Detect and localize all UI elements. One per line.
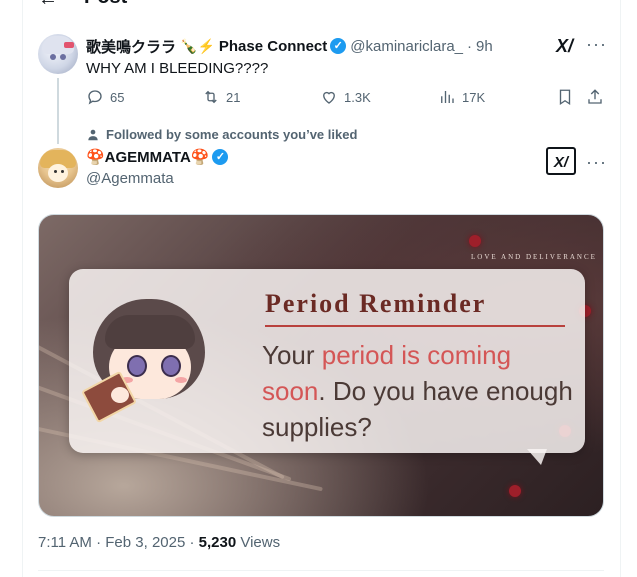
- repost-count: 21: [226, 89, 241, 105]
- image-corner-text: LOVE AND DELIVERANCE: [471, 253, 597, 261]
- message-part: supplies?: [262, 412, 372, 442]
- chibi-blush: [175, 377, 187, 383]
- social-context-text: Followed by some accounts you’ve liked: [106, 127, 358, 142]
- reply-author-name[interactable]: 歌美鳴クララ: [86, 36, 176, 57]
- repost-button[interactable]: 21: [202, 88, 240, 106]
- author-emojis: 🍾⚡: [180, 37, 215, 54]
- grok-icon[interactable]: X/: [556, 36, 573, 57]
- message-highlight: period is coming: [321, 340, 512, 370]
- views-button[interactable]: 17K: [438, 88, 485, 106]
- affiliation-label[interactable]: Phase Connect: [219, 38, 327, 55]
- main-author-handle[interactable]: @Agemmata: [86, 170, 174, 187]
- main-author-name[interactable]: 🍄AGEMMATA🍄: [86, 148, 209, 166]
- divider: [38, 570, 604, 571]
- chibi-hand: [111, 387, 129, 403]
- bookmark-button[interactable]: [556, 88, 574, 106]
- post-time-date[interactable]: 7:11 AM · Feb 3, 2025 ·: [38, 534, 199, 551]
- header-bar: ← Post: [22, 0, 620, 10]
- verified-badge-icon: ✓: [330, 38, 347, 54]
- share-button[interactable]: [586, 88, 604, 106]
- person-icon: [88, 129, 98, 140]
- avatar-eye: [54, 170, 57, 173]
- avatar-eye: [60, 54, 66, 60]
- views-icon: [441, 91, 454, 103]
- reply-author-handle[interactable]: @kaminariclara_: [350, 38, 463, 55]
- column-border-right: [620, 0, 621, 577]
- page-title: Post: [84, 0, 127, 9]
- reply-author-row: 歌美鳴クララ 🍾⚡ Phase Connect ✓ @kaminariclara…: [86, 36, 493, 56]
- social-context: Followed by some accounts you’ve liked: [86, 127, 357, 142]
- post-views-count: 5,230: [198, 534, 237, 551]
- avatar-eye: [50, 54, 56, 60]
- message-part: . Do you have enough: [318, 376, 573, 406]
- post-image[interactable]: LOVE AND DELIVERANCE Period Reminder You…: [38, 214, 604, 517]
- message-part: Your: [262, 340, 322, 370]
- like-count: 1.3K: [344, 89, 371, 105]
- avatar-ribbon: [64, 42, 74, 48]
- main-author-name-row: 🍄AGEMMATA🍄 ✓: [86, 148, 229, 166]
- views-count: 17K: [462, 89, 486, 105]
- chibi-character-illustration: [81, 293, 213, 424]
- post-views-label: Views: [236, 534, 281, 551]
- reply-time[interactable]: 9h: [476, 38, 493, 55]
- bubble-tail: [527, 449, 547, 465]
- back-arrow-icon[interactable]: ←: [38, 0, 58, 10]
- reply-button[interactable]: 65: [86, 88, 124, 106]
- chibi-bangs: [105, 315, 195, 349]
- bookmark-icon: [559, 89, 571, 106]
- dot-separator: ·: [467, 37, 473, 55]
- chibi-eye: [161, 355, 181, 377]
- chibi-eye: [127, 355, 147, 377]
- grok-icon[interactable]: X/: [546, 147, 576, 175]
- message-highlight: soon: [262, 376, 319, 406]
- reminder-title-underline: [265, 325, 565, 327]
- image-flower: [509, 485, 521, 497]
- reply-count: 65: [110, 89, 125, 105]
- reminder-message: Your period is coming soon. Do you have …: [262, 337, 582, 445]
- like-icon: [323, 91, 335, 104]
- verified-badge-icon: ✓: [212, 149, 229, 165]
- main-author-avatar[interactable]: [38, 148, 78, 188]
- more-options-icon[interactable]: ···: [586, 34, 607, 55]
- reminder-title: Period Reminder: [265, 289, 487, 318]
- reply-action-bar: 65 21 1.3K 17K: [86, 88, 606, 110]
- avatar-face: [48, 164, 68, 182]
- avatar-eye: [61, 170, 64, 173]
- thread-connector-line: [57, 78, 59, 144]
- reply-author-avatar[interactable]: [38, 34, 78, 74]
- like-button[interactable]: 1.3K: [320, 88, 371, 106]
- more-options-icon[interactable]: ···: [586, 152, 607, 173]
- reply-icon: [88, 90, 102, 105]
- image-flower: [469, 235, 481, 247]
- repost-icon: [205, 90, 217, 104]
- post-timestamp: 7:11 AM · Feb 3, 2025 · 5,230 Views: [38, 534, 280, 551]
- column-border-left: [22, 0, 23, 577]
- reply-tweet-text: WHY AM I BLEEDING????: [86, 60, 269, 77]
- share-icon: [588, 89, 602, 104]
